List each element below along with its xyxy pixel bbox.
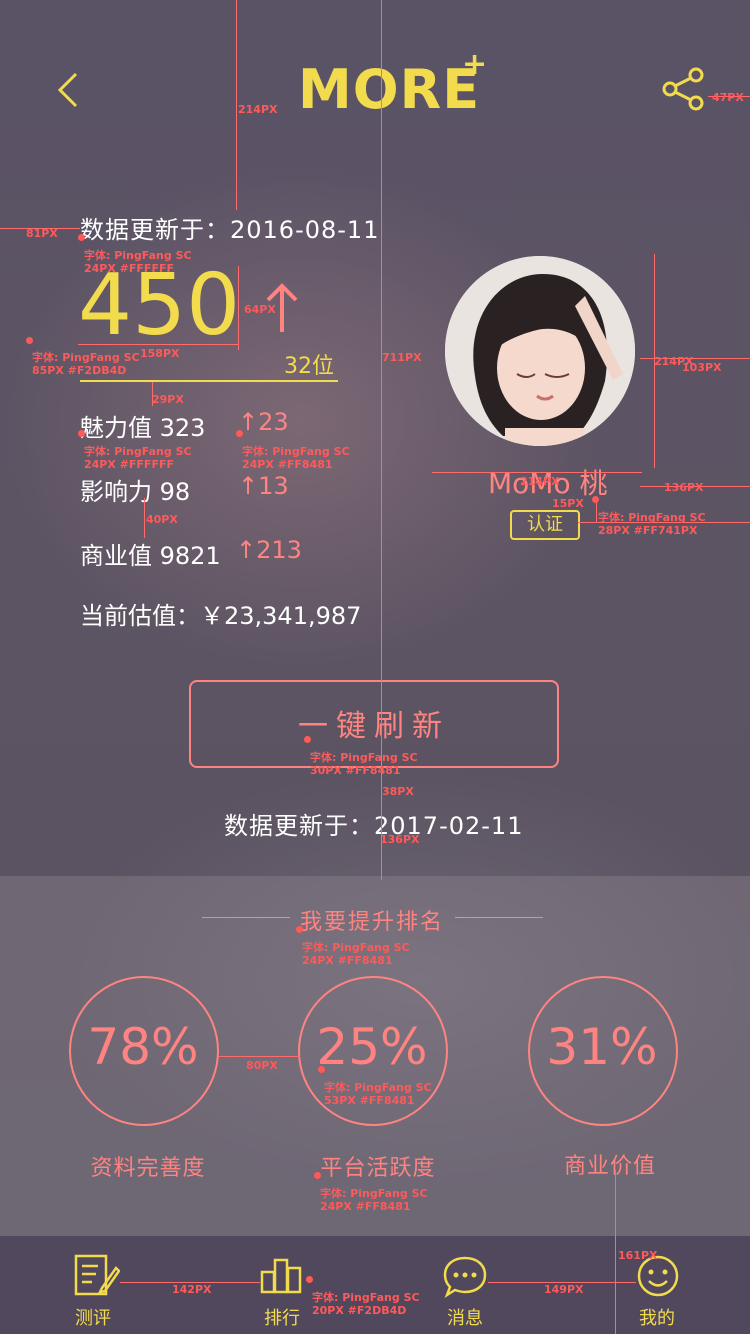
anno-149: 149PX [544,1283,584,1296]
message-icon[interactable] [442,1254,488,1298]
anno-font-update-2: 24PX #FFFFFF [84,262,174,275]
guide-score-width [78,344,238,345]
anno-font-pct-2: 53PX #FF8481 [324,1094,415,1107]
anno-font-score: 字体: PingFang SC [32,351,140,364]
anno-dot [306,1276,313,1283]
valuation-text: 当前估值：￥23,341,987 [80,602,362,630]
avatar[interactable] [445,256,635,446]
guide-top [236,0,237,210]
tab-review[interactable]: 测评 [53,1304,133,1330]
anno-29: 29PX [152,393,184,406]
anno-64: 64PX [244,303,276,316]
app-logo: MORE [298,58,481,121]
anno-47: 47PX [712,91,744,104]
anno-38: 38PX [382,785,414,798]
anno-font-score-2: 85PX #F2DB4D [32,364,127,377]
title-line-left [202,917,290,918]
anno-font-name-2: 28PX #FF741PX [598,524,698,537]
anno-dot [78,234,85,241]
anno-15: 15PX [552,497,584,510]
stat-influence: 影响力 98 [80,478,191,506]
guide-score-height [238,266,239,350]
anno-font-tab-2: 20PX #F2DB4D [312,1304,407,1317]
metric-percent-activity: 25% [316,1018,428,1076]
anno-136: 136PX [664,481,704,494]
stat-business-delta: ↑213 [236,536,302,564]
anno-dot [318,1066,325,1073]
anno-font-tab: 字体: PingFang SC [312,1291,420,1304]
verified-badge: 认证 [510,510,580,540]
anno-font-cap-2: 24PX #FF8481 [320,1200,411,1213]
rank-underline [80,380,338,382]
share-icon[interactable] [660,66,706,112]
guide-avatar-width [432,472,642,473]
anno-103: 103PX [682,361,722,374]
anno-dot [592,496,599,503]
anno-dot [236,430,243,437]
guide-circle-gap [218,1056,300,1057]
anno-font-button-2: 30PX #FF8481 [310,764,401,777]
avatar-photo [445,256,635,446]
stat-charm-delta: ↑23 [238,408,289,436]
stat-influence-delta: ↑13 [238,472,289,500]
anno-214-avatar: 214PX [520,475,560,488]
last-update-text: 数据更新于：2016-08-11 [80,216,380,244]
anno-font-cap: 字体: PingFang SC [320,1187,428,1200]
tab-profile[interactable]: 我的 [617,1304,697,1330]
anno-711: 711PX [382,351,422,364]
anno-dot [78,430,85,437]
tab-message[interactable]: 消息 [425,1304,505,1330]
ranking-title: 我要提升排名 [300,910,445,935]
anno-font-rank: 字体: PingFang SC [302,941,410,954]
metric-label-activity: 平台活跃度 [320,1156,436,1181]
anno-font-pct: 字体: PingFang SC [324,1081,432,1094]
anno-font-button: 字体: PingFang SC [310,751,418,764]
guide-bottom-right [615,1170,616,1334]
anno-dot [296,926,303,933]
anno-font-delta-2: 24PX #FF8481 [242,458,333,471]
ranking-icon[interactable] [258,1254,306,1296]
guide-center-vertical [381,0,382,880]
anno-dot [304,736,311,743]
tab-ranking[interactable]: 排行 [242,1304,322,1330]
anno-136-bottom: 136PX [380,833,420,846]
anno-font-rank-2: 24PX #FF8481 [302,954,393,967]
review-icon[interactable] [72,1252,120,1300]
title-line-right [455,917,543,918]
anno-158: 158PX [140,347,180,360]
metric-percent-business: 31% [546,1018,658,1076]
anno-font-stat-2: 24PX #FFFFFF [84,458,174,471]
anno-80: 80PX [246,1059,278,1072]
guide-button-gap [381,770,382,840]
anno-font-name: 字体: PingFang SC [598,511,706,524]
refresh-update-text: 数据更新于：2017-02-11 [224,812,524,840]
metric-label-business: 商业价值 [563,1154,656,1179]
stat-charm: 魅力值 323 [80,414,206,442]
anno-font-update: 字体: PingFang SC [84,249,192,262]
anno-font-stat: 字体: PingFang SC [84,445,192,458]
anno-214-top: 214PX [238,103,278,116]
anno-dot [314,1172,321,1179]
anno-40: 40PX [146,513,178,526]
back-arrow-icon[interactable] [52,70,86,110]
guide-row-gap [144,498,145,538]
rank-text: 32位 [284,354,334,379]
app-logo-plus: + [462,47,488,82]
stat-business: 商业值 9821 [80,542,221,570]
anno-81: 81PX [26,227,58,240]
anno-dot [26,337,33,344]
metric-percent-profile: 78% [87,1018,199,1076]
anno-161: 161PX [618,1249,658,1262]
anno-142: 142PX [172,1283,212,1296]
metric-label-profile: 资料完善度 [90,1156,206,1181]
anno-font-delta: 字体: PingFang SC [242,445,350,458]
